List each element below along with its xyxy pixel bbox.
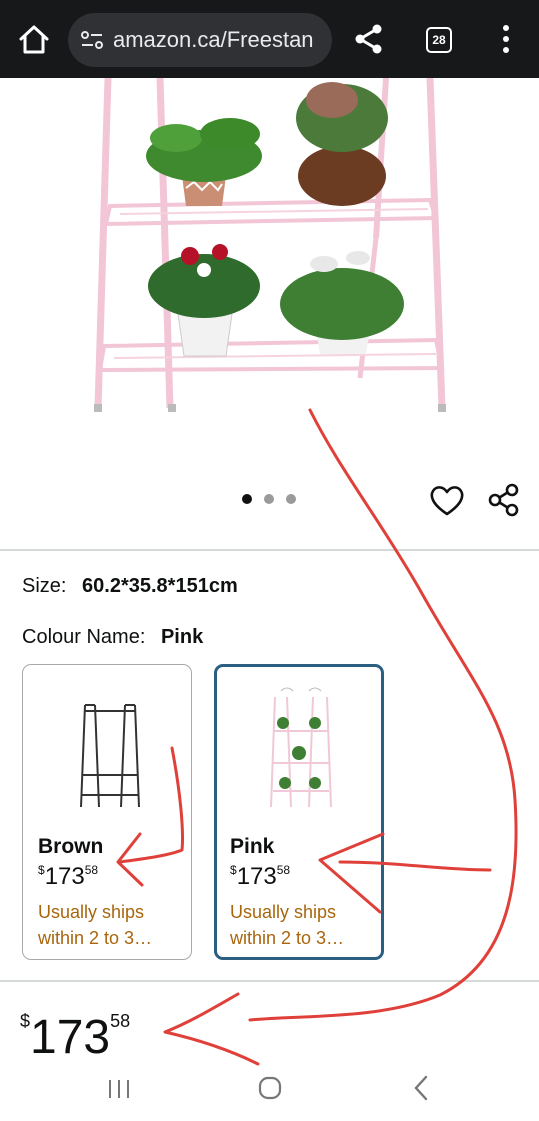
price-whole: 173 — [30, 1011, 111, 1064]
price-currency: $ — [20, 1011, 31, 1031]
colour-label: Colour Name: — [22, 626, 146, 648]
system-nav-bar — [0, 1060, 539, 1121]
pager-dot[interactable] — [286, 494, 296, 504]
variant-swatch-pink[interactable]: Pink $17358 Usually ships within 2 to 3… — [214, 664, 384, 960]
product-image[interactable] — [80, 78, 460, 440]
tab-count: 28 — [432, 33, 446, 47]
recent-apps-icon[interactable] — [106, 1078, 132, 1100]
colour-value: Pink — [160, 626, 204, 648]
variant-name: Pink — [230, 835, 275, 858]
browser-toolbar: amazon.ca/Freestan 28 — [0, 0, 539, 78]
share-icon[interactable] — [486, 482, 522, 518]
product-price: $17358 — [20, 1010, 130, 1065]
variant-shipping: Usually ships within 2 to 3… — [38, 902, 153, 948]
size-label: Size: — [22, 575, 67, 597]
url-text[interactable]: amazon.ca/Freestan — [113, 27, 314, 53]
address-bar[interactable]: amazon.ca/Freestan — [68, 13, 332, 67]
heart-icon[interactable] — [428, 482, 466, 518]
image-pager[interactable] — [240, 494, 304, 506]
colour-selection: Colour Name: Pink — [22, 626, 203, 649]
variant-image-brown — [80, 704, 140, 808]
section-divider — [0, 549, 539, 551]
home-icon[interactable] — [14, 20, 54, 60]
variant-swatch-brown[interactable]: Brown $17358 Usually ships within 2 to 3… — [22, 664, 192, 960]
variant-shipping: Usually ships within 2 to 3… — [230, 902, 345, 948]
variant-price: $17358 — [230, 863, 291, 890]
pager-dot-active[interactable] — [242, 494, 252, 504]
back-icon[interactable] — [410, 1074, 432, 1102]
home-circle-icon[interactable] — [258, 1076, 282, 1100]
more-vert-icon[interactable] — [494, 22, 518, 56]
variant-price: $17358 — [38, 863, 99, 890]
price-fraction: 58 — [110, 1011, 131, 1031]
tab-switcher-icon[interactable]: 28 — [426, 27, 452, 53]
site-settings-icon[interactable] — [80, 29, 104, 51]
size-selection: Size: 60.2*35.8*151cm — [22, 575, 238, 598]
section-divider — [0, 980, 539, 982]
share-icon[interactable] — [352, 22, 386, 56]
variant-image-pink — [270, 687, 332, 808]
size-value: 60.2*35.8*151cm — [82, 575, 238, 597]
variant-name: Brown — [38, 835, 104, 858]
pager-dot[interactable] — [264, 494, 274, 504]
